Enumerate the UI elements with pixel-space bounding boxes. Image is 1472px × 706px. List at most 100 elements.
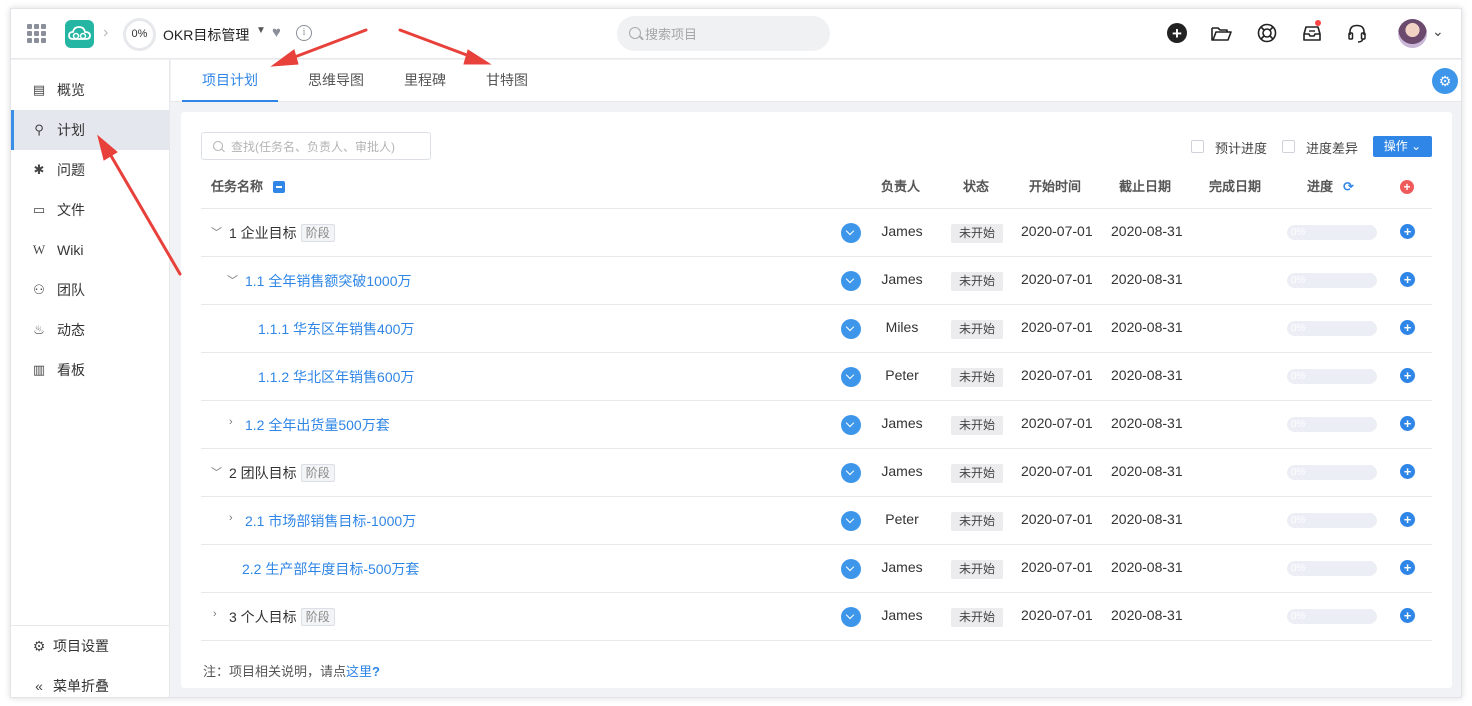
add-subtask-plus-icon[interactable]: + (1400, 368, 1415, 383)
project-name[interactable]: OKR目标管理 (163, 25, 249, 45)
task-filter-input[interactable] (231, 138, 421, 155)
sidebar-item-team[interactable]: ⚇ 团队 (11, 270, 170, 310)
project-search-input[interactable] (645, 24, 815, 44)
progress-diff-checkbox[interactable] (1282, 140, 1295, 153)
tab-mind-map[interactable]: 思维导图 (288, 60, 384, 102)
task-name[interactable]: 1.1.1 华东区年销售400万 (258, 319, 414, 339)
col-start[interactable]: 开始时间 (1029, 169, 1081, 209)
progress-text: 0% (1291, 515, 1306, 526)
sidebar-item-label: 动态 (57, 322, 85, 338)
task-name[interactable]: 1.1 全年销售额突破1000万 (245, 271, 412, 291)
owner: James (881, 223, 923, 239)
table-row[interactable]: 1.1.1 华东区年销售400万 Miles 未开始 2020-07-01 20… (201, 305, 1432, 353)
sidebar-item-label: 团队 (57, 282, 85, 298)
tab-project-plan[interactable]: 项目计划 (182, 60, 278, 102)
add-subtask-plus-icon[interactable]: + (1400, 512, 1415, 527)
start-date: 2020-07-01 (1021, 607, 1093, 623)
view-settings-gear-icon[interactable]: ⚙ (1432, 68, 1458, 94)
collapse-all-minus-icon[interactable] (273, 181, 285, 193)
row-actions-chevron-icon[interactable] (841, 319, 861, 339)
add-subtask-plus-icon[interactable]: + (1400, 464, 1415, 479)
project-settings-button[interactable]: ⚙ 项目设置 (11, 626, 170, 666)
task-filter[interactable] (201, 132, 431, 160)
due-date: 2020-08-31 (1111, 511, 1183, 527)
sidebar-item-board[interactable]: ▥ 看板 (11, 350, 170, 390)
project-search[interactable] (617, 16, 830, 51)
add-subtask-plus-icon[interactable]: + (1400, 224, 1415, 239)
add-subtask-plus-icon[interactable]: + (1400, 608, 1415, 623)
chevron-right-icon[interactable]: › (213, 608, 217, 620)
footnote-question-icon[interactable]: ? (372, 664, 380, 679)
top-bar: › 0% OKR目标管理 ▼ ♥ i + ⌄ (11, 9, 1461, 59)
estimated-progress-checkbox[interactable] (1191, 140, 1204, 153)
row-actions-chevron-icon[interactable] (841, 559, 861, 579)
tab-milestones[interactable]: 里程碑 (384, 60, 466, 102)
add-root-task-plus-icon[interactable]: + (1400, 180, 1414, 194)
task-name[interactable]: 1 企业目标 阶段 (229, 223, 335, 243)
add-subtask-plus-icon[interactable]: + (1400, 416, 1415, 431)
col-task-name[interactable]: 任务名称 (211, 169, 263, 209)
refresh-icon[interactable]: ⟳ (1343, 179, 1354, 195)
breadcrumb-chevron-icon: › (103, 24, 109, 41)
row-actions-chevron-icon[interactable] (841, 223, 861, 243)
chevron-right-icon[interactable]: › (229, 416, 233, 428)
user-avatar[interactable] (1398, 19, 1427, 48)
task-name[interactable]: 2 团队目标 阶段 (229, 463, 335, 483)
chevron-down-icon[interactable]: ﹀ (211, 224, 222, 240)
stage-badge: 阶段 (300, 464, 335, 482)
sidebar-item-plan[interactable]: ⚲ 计划 (11, 110, 170, 150)
col-due[interactable]: 截止日期 (1119, 169, 1171, 209)
add-icon[interactable]: + (1167, 23, 1187, 43)
task-name[interactable]: 3 个人目标 阶段 (229, 607, 335, 627)
sidebar-item-activity[interactable]: ♨ 动态 (11, 310, 170, 350)
add-subtask-plus-icon[interactable]: + (1400, 272, 1415, 287)
table-row[interactable]: ﹀ 2 团队目标 阶段 James 未开始 2020-07-01 2020-08-… (201, 449, 1432, 497)
col-progress[interactable]: 进度 (1307, 169, 1333, 209)
col-status[interactable]: 状态 (963, 169, 989, 209)
row-actions-chevron-icon[interactable] (841, 271, 861, 291)
chevron-right-icon[interactable]: › (229, 512, 233, 524)
chevron-down-icon[interactable]: ﹀ (211, 464, 222, 480)
folder-icon[interactable] (1210, 22, 1232, 44)
row-actions-chevron-icon[interactable] (841, 607, 861, 627)
info-icon[interactable]: i (296, 25, 312, 41)
chevron-down-icon[interactable]: ﹀ (227, 272, 238, 288)
collapse-menu-button[interactable]: « 菜单折叠 (11, 666, 170, 697)
table-row[interactable]: › 1.2 全年出货量500万套 James 未开始 2020-07-01 20… (201, 401, 1432, 449)
sidebar-item-label: 看板 (57, 362, 85, 378)
task-name[interactable]: 2.1 市场部销售目标-1000万 (245, 511, 416, 531)
row-actions-chevron-icon[interactable] (841, 415, 861, 435)
table-row[interactable]: 2.2 生产部年度目标-500万套 James 未开始 2020-07-01 2… (201, 545, 1432, 593)
add-subtask-plus-icon[interactable]: + (1400, 560, 1415, 575)
headset-icon[interactable] (1346, 22, 1368, 44)
table-row[interactable]: ﹀ 1.1 全年销售额突破1000万 James 未开始 2020-07-01 … (201, 257, 1432, 305)
operations-dropdown-button[interactable]: 操作 ⌄ (1373, 136, 1432, 157)
row-actions-chevron-icon[interactable] (841, 367, 861, 387)
heart-icon[interactable]: ♥ (272, 24, 281, 42)
owner: Peter (885, 511, 919, 527)
wiki-icon: W (32, 242, 46, 257)
user-menu-chevron-down-icon[interactable]: ⌄ (1432, 23, 1444, 40)
table-row[interactable]: › 2.1 市场部销售目标-1000万 Peter 未开始 2020-07-01… (201, 497, 1432, 545)
task-name[interactable]: 2.2 生产部年度目标-500万套 (242, 559, 419, 579)
add-subtask-plus-icon[interactable]: + (1400, 320, 1415, 335)
sidebar-item-issues[interactable]: ✱ 问题 (11, 150, 170, 190)
footnote-link[interactable]: 这里 (346, 664, 372, 679)
cloud-logo-icon[interactable] (65, 20, 94, 48)
col-owner[interactable]: 负责人 (881, 169, 920, 209)
sidebar-item-files[interactable]: ▭ 文件 (11, 190, 170, 230)
table-row[interactable]: ﹀ 1 企业目标 阶段 James 未开始 2020-07-01 2020-08-… (201, 209, 1432, 257)
task-name[interactable]: 1.1.2 华北区年销售600万 (258, 367, 414, 387)
task-name[interactable]: 1.2 全年出货量500万套 (245, 415, 390, 435)
sidebar-item-wiki[interactable]: W Wiki (11, 230, 170, 270)
table-row[interactable]: 1.1.2 华北区年销售600万 Peter 未开始 2020-07-01 20… (201, 353, 1432, 401)
help-lifebuoy-icon[interactable] (1256, 22, 1278, 44)
table-row[interactable]: › 3 个人目标 阶段 James 未开始 2020-07-01 2020-08-… (201, 593, 1432, 641)
row-actions-chevron-icon[interactable] (841, 463, 861, 483)
app-grid-icon[interactable] (27, 24, 47, 44)
sidebar-item-overview[interactable]: ▤ 概览 (11, 70, 170, 110)
project-dropdown-caret-icon[interactable]: ▼ (256, 25, 266, 36)
col-done[interactable]: 完成日期 (1209, 169, 1261, 209)
row-actions-chevron-icon[interactable] (841, 511, 861, 531)
tab-gantt[interactable]: 甘特图 (466, 60, 548, 102)
